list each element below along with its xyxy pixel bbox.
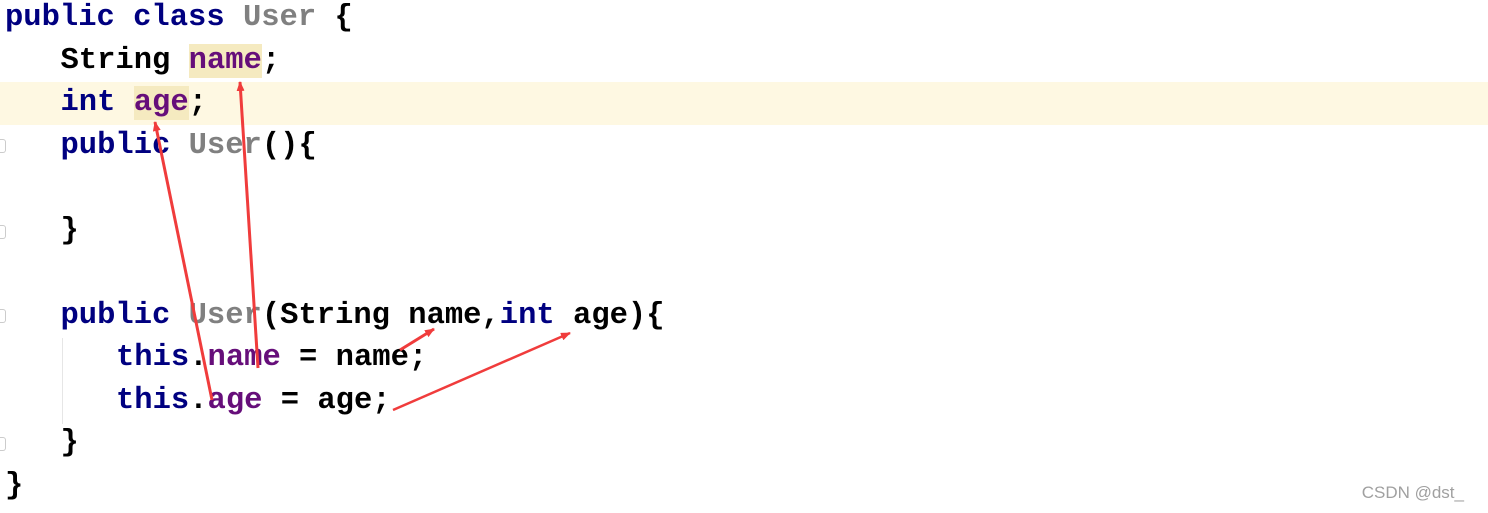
arrow-age-to-param-age	[392, 331, 571, 412]
watermark: CSDN @dst_	[1361, 483, 1464, 502]
arrow-name-to-param-name	[399, 327, 435, 352]
annotation-arrows	[152, 81, 571, 412]
arrow-this-age-to-field-age	[152, 121, 214, 401]
arrow-this-name-to-field-name	[236, 81, 260, 369]
code-editor[interactable]: public class User {String name; int age; p…	[0, 0, 1488, 513]
